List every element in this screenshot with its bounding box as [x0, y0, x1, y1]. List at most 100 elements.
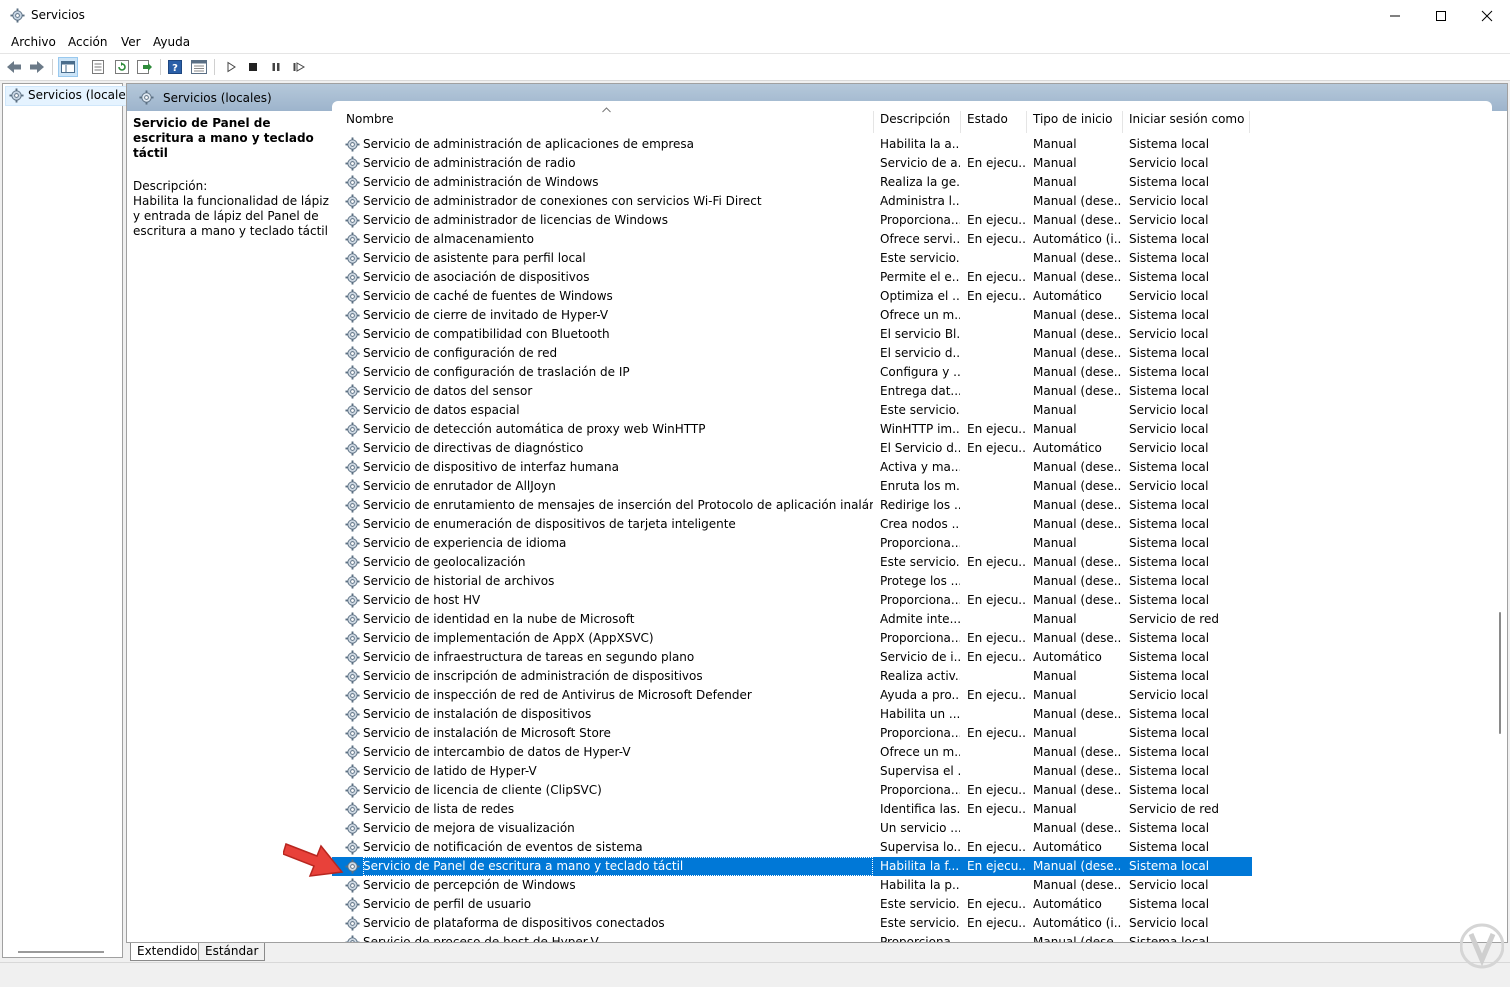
tree-horizontal-scrollbar[interactable] — [18, 951, 104, 953]
table-row[interactable]: Servicio de caché de fuentes de Windows O… — [332, 287, 1252, 306]
service-gear-icon — [345, 289, 360, 304]
column-header-startup-type[interactable]: Tipo de inicio — [1033, 112, 1112, 130]
table-row[interactable]: Servicio de geolocalización Este servicio… — [332, 553, 1252, 572]
description-text: Habilita la funcionalidad de lápiz y ent… — [133, 194, 329, 238]
restart-service-button[interactable] — [290, 58, 308, 76]
table-row[interactable]: Servicio de mejora de visualización Un se… — [332, 819, 1252, 838]
table-row[interactable]: Servicio de instalación de Microsoft Sto… — [332, 724, 1252, 743]
help-button[interactable]: ? — [166, 58, 184, 76]
column-divider[interactable] — [873, 111, 874, 133]
properties-button[interactable] — [89, 58, 107, 76]
table-row[interactable]: Servicio de inspección de red de Antivir… — [332, 686, 1252, 705]
refresh-icon — [115, 60, 129, 74]
minimize-button[interactable] — [1372, 0, 1418, 31]
column-header-name[interactable]: Nombre — [346, 112, 394, 130]
table-row[interactable]: Servicio de identidad en la nube de Micr… — [332, 610, 1252, 629]
service-startup-type: Automático — [1033, 897, 1102, 911]
stop-service-button[interactable] — [244, 58, 262, 76]
table-row[interactable]: Servicio de dispositivo de interfaz huma… — [332, 458, 1252, 477]
table-row[interactable]: Servicio de inscripción de administració… — [332, 667, 1252, 686]
pane-header-title: Servicios (locales) — [163, 91, 272, 105]
table-row[interactable]: Servicio de licencia de cliente (ClipSVC… — [332, 781, 1252, 800]
service-name: Servicio de enrutamiento de mensajes de … — [363, 498, 873, 512]
column-divider[interactable] — [1026, 111, 1027, 133]
service-logon-as: Servicio local — [1129, 441, 1209, 455]
service-description: Supervisa el ... — [880, 764, 960, 778]
table-row[interactable]: Servicio de administración de radio Servi… — [332, 154, 1252, 173]
table-row[interactable]: Servicio de administrador de licencias d… — [332, 211, 1252, 230]
table-row[interactable]: Servicio de latido de Hyper-V Supervisa e… — [332, 762, 1252, 781]
service-name: Servicio de geolocalización — [363, 555, 526, 569]
table-row[interactable]: Servicio de infraestructura de tareas en… — [332, 648, 1252, 667]
close-button[interactable] — [1464, 0, 1510, 31]
table-row[interactable]: Servicio de administración de Windows Rea… — [332, 173, 1252, 192]
table-row[interactable]: Servicio de enrutamiento de mensajes de … — [332, 496, 1252, 515]
table-row[interactable]: Servicio de datos espacial Este servicio.… — [332, 401, 1252, 420]
table-row[interactable]: Servicio de plataforma de dispositivos c… — [332, 914, 1252, 933]
service-gear-icon — [345, 726, 360, 741]
table-row[interactable]: Servicio de proceso de host de Hyper-V Pr… — [332, 933, 1252, 942]
service-logon-as: Sistema local — [1129, 517, 1210, 531]
table-row[interactable]: Servicio de percepción de Windows Habilit… — [332, 876, 1252, 895]
table-row[interactable]: Servicio de administración de aplicacion… — [332, 135, 1252, 154]
column-header-logon-as[interactable]: Iniciar sesión como — [1129, 112, 1244, 130]
column-header-description[interactable]: Descripción — [880, 112, 950, 130]
maximize-button[interactable] — [1418, 0, 1464, 31]
table-row[interactable]: Servicio de experiencia de idioma Proporc… — [332, 534, 1252, 553]
vertical-scrollbar[interactable] — [1493, 112, 1507, 942]
table-row[interactable]: Servicio de asistente para perfil local E… — [332, 249, 1252, 268]
scrollbar-thumb[interactable] — [1499, 612, 1501, 734]
service-description: Habilita la p... — [880, 878, 960, 892]
tab-extendido[interactable]: Extendido — [130, 943, 205, 961]
column-divider[interactable] — [1249, 111, 1250, 133]
tree-item-servicios-locales[interactable]: Servicios (locales) — [5, 86, 141, 106]
table-row[interactable]: Servicio de Panel de escritura a mano y … — [332, 857, 1252, 876]
menu-accion[interactable]: Acción — [68, 35, 107, 49]
table-row[interactable]: Servicio de asociación de dispositivos Pe… — [332, 268, 1252, 287]
back-button[interactable] — [5, 58, 23, 76]
menu-ayuda[interactable]: Ayuda — [153, 35, 190, 49]
table-row[interactable]: Servicio de configuración de traslación … — [332, 363, 1252, 382]
forward-button[interactable] — [28, 58, 46, 76]
table-row[interactable]: Servicio de implementación de AppX (AppX… — [332, 629, 1252, 648]
table-row[interactable]: Servicio de instalación de dispositivos H… — [332, 705, 1252, 724]
menu-ver[interactable]: Ver — [121, 35, 141, 49]
restart-icon — [293, 62, 306, 72]
table-row[interactable]: Servicio de perfil de usuario Este servic… — [332, 895, 1252, 914]
table-row[interactable]: Servicio de host HV Proporciona... En ejec… — [332, 591, 1252, 610]
show-tree-button[interactable] — [58, 57, 78, 77]
service-logon-as: Sistema local — [1129, 631, 1210, 645]
table-row[interactable]: Servicio de directivas de diagnóstico El … — [332, 439, 1252, 458]
service-logon-as: Sistema local — [1129, 232, 1210, 246]
table-row[interactable]: Servicio de notificación de eventos de s… — [332, 838, 1252, 857]
service-gear-icon — [345, 365, 360, 380]
column-divider[interactable] — [1122, 111, 1123, 133]
table-row[interactable]: Servicio de enrutador de AllJoyn Enruta l… — [332, 477, 1252, 496]
column-divider[interactable] — [960, 111, 961, 133]
service-logon-as: Sistema local — [1129, 840, 1210, 854]
table-row[interactable]: Servicio de detección automática de prox… — [332, 420, 1252, 439]
service-description: Este servicio... — [880, 403, 960, 417]
table-row[interactable]: Servicio de almacenamiento Ofrece servi..… — [332, 230, 1252, 249]
table-row[interactable]: Servicio de administrador de conexiones … — [332, 192, 1252, 211]
table-row[interactable]: Servicio de cierre de invitado de Hyper-… — [332, 306, 1252, 325]
table-row[interactable]: Servicio de datos del sensor Entrega dat.… — [332, 382, 1252, 401]
view-button[interactable] — [190, 58, 208, 76]
service-state: En ejecu... — [967, 555, 1027, 569]
service-name: Servicio de administración de aplicacion… — [363, 137, 695, 151]
table-row[interactable]: Servicio de compatibilidad con Bluetooth… — [332, 325, 1252, 344]
export-button[interactable] — [136, 58, 154, 76]
table-row[interactable]: Servicio de enumeración de dispositivos … — [332, 515, 1252, 534]
column-header-state[interactable]: Estado — [967, 112, 1008, 130]
table-row[interactable]: Servicio de configuración de red El servi… — [332, 344, 1252, 363]
refresh-button[interactable] — [113, 58, 131, 76]
menu-archivo[interactable]: Archivo — [11, 35, 56, 49]
table-row[interactable]: Servicio de lista de redes Identifica las… — [332, 800, 1252, 819]
service-logon-as: Servicio local — [1129, 403, 1209, 417]
start-service-button[interactable] — [222, 58, 240, 76]
tab-estandar[interactable]: Estándar — [198, 943, 266, 961]
table-row[interactable]: Servicio de historial de archivos Protege… — [332, 572, 1252, 591]
service-startup-type: Manual — [1033, 175, 1077, 189]
pause-service-button[interactable] — [267, 58, 285, 76]
table-row[interactable]: Servicio de intercambio de datos de Hype… — [332, 743, 1252, 762]
